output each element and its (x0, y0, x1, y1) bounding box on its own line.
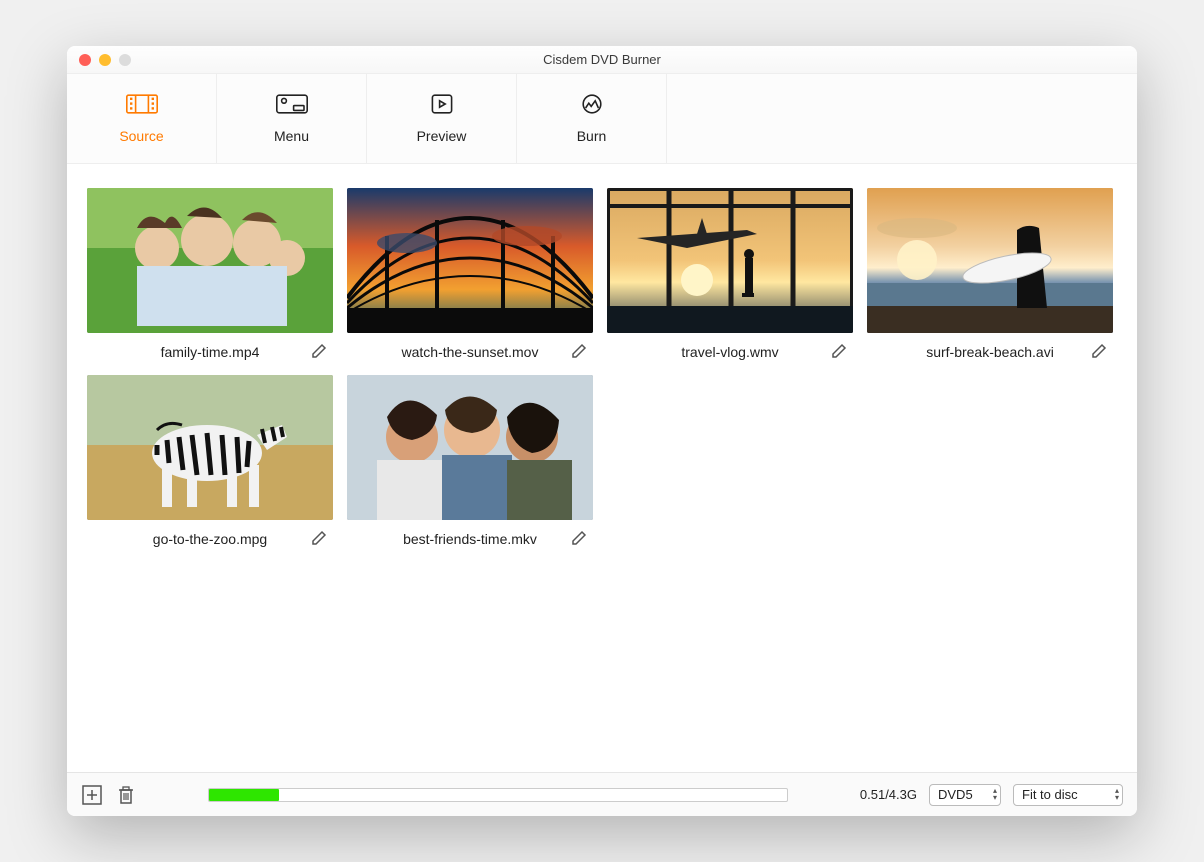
tab-preview[interactable]: Preview (367, 74, 517, 163)
traffic-lights (67, 54, 131, 66)
video-filename: go-to-the-zoo.mpg (153, 531, 267, 547)
video-thumbnail[interactable] (347, 375, 593, 520)
video-filename: best-friends-time.mkv (403, 531, 537, 547)
tab-label: Preview (417, 128, 467, 144)
tab-source[interactable]: Source (67, 74, 217, 163)
thumbnail-grid: family-time.mp4 (87, 188, 1117, 548)
video-filename: surf-break-beach.avi (926, 344, 1054, 360)
video-item[interactable]: watch-the-sunset.mov (347, 188, 593, 361)
disc-type-select[interactable]: DVD5 ▴▾ (929, 784, 1001, 806)
tab-label: Burn (577, 128, 607, 144)
video-thumbnail[interactable] (607, 188, 853, 333)
stepper-arrows-icon: ▴▾ (1115, 787, 1119, 801)
edit-icon[interactable] (571, 528, 589, 546)
main-toolbar: Source Menu Preview Burn (67, 74, 1137, 164)
tab-burn[interactable]: Burn (517, 74, 667, 163)
video-item[interactable]: best-friends-time.mkv (347, 375, 593, 548)
disc-type-value: DVD5 (938, 787, 973, 802)
size-progress-bar (208, 788, 788, 802)
video-thumbnail[interactable] (867, 188, 1113, 333)
filmstrip-icon (126, 93, 158, 118)
progress-fill (209, 789, 278, 801)
add-button[interactable] (81, 784, 103, 806)
edit-icon[interactable] (311, 341, 329, 359)
video-thumbnail[interactable] (347, 188, 593, 333)
footer-bar: 0.51/4.3G DVD5 ▴▾ Fit to disc ▴▾ (67, 772, 1137, 816)
video-item[interactable]: travel-vlog.wmv (607, 188, 853, 361)
edit-icon[interactable] (571, 341, 589, 359)
close-window-button[interactable] (79, 54, 91, 66)
window-title: Cisdem DVD Burner (67, 52, 1137, 67)
play-preview-icon (426, 93, 458, 118)
maximize-window-button[interactable] (119, 54, 131, 66)
minimize-window-button[interactable] (99, 54, 111, 66)
edit-icon[interactable] (311, 528, 329, 546)
video-filename: travel-vlog.wmv (681, 344, 778, 360)
video-item[interactable]: surf-break-beach.avi (867, 188, 1113, 361)
titlebar: Cisdem DVD Burner (67, 46, 1137, 74)
tab-menu[interactable]: Menu (217, 74, 367, 163)
video-item[interactable]: family-time.mp4 (87, 188, 333, 361)
tab-label: Source (119, 128, 163, 144)
video-filename: family-time.mp4 (161, 344, 260, 360)
video-thumbnail[interactable] (87, 188, 333, 333)
delete-button[interactable] (115, 784, 137, 806)
stepper-arrows-icon: ▴▾ (993, 787, 997, 801)
video-filename: watch-the-sunset.mov (402, 344, 539, 360)
app-window: Cisdem DVD Burner Source Menu Preview B (67, 46, 1137, 816)
quality-select[interactable]: Fit to disc ▴▾ (1013, 784, 1123, 806)
tab-label: Menu (274, 128, 309, 144)
video-item[interactable]: go-to-the-zoo.mpg (87, 375, 333, 548)
content-area: family-time.mp4 (67, 164, 1137, 772)
burn-disc-icon (576, 93, 608, 118)
size-label: 0.51/4.3G (860, 787, 917, 802)
edit-icon[interactable] (831, 341, 849, 359)
edit-icon[interactable] (1091, 341, 1109, 359)
video-thumbnail[interactable] (87, 375, 333, 520)
quality-value: Fit to disc (1022, 787, 1078, 802)
menu-layout-icon (276, 93, 308, 118)
progress-container (149, 788, 848, 802)
